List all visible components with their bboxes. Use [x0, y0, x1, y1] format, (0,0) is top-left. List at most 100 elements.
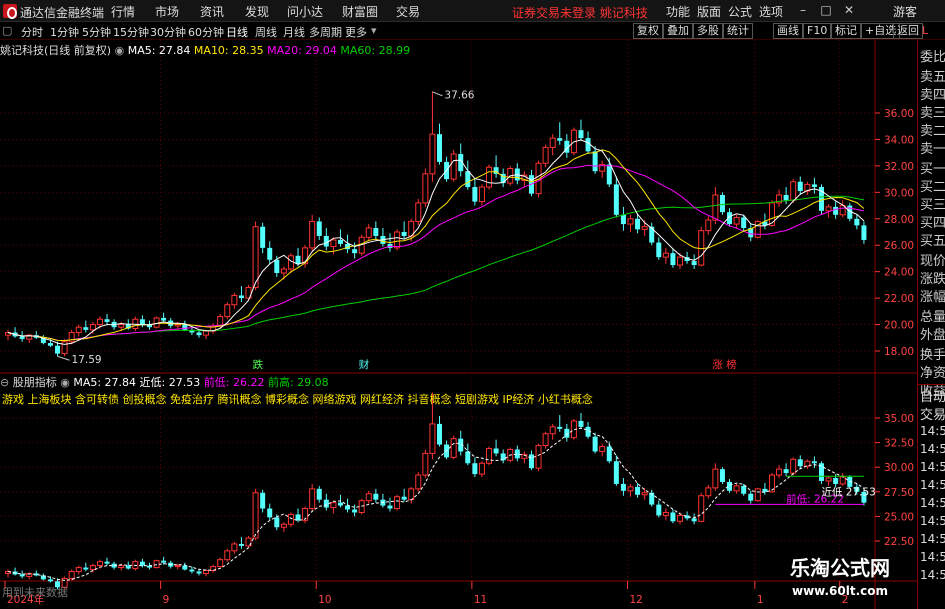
period-tab-5min[interactable]: 5分钟 — [82, 24, 111, 40]
ind-candle — [698, 495, 705, 522]
main-candle — [238, 295, 244, 299]
menu-item-trade[interactable]: 交易 — [396, 3, 420, 20]
x-tick-label: 11 — [474, 594, 487, 606]
maximize-icon[interactable]: □ — [818, 2, 834, 18]
period-tab-weekly[interactable]: 周线 — [255, 24, 277, 40]
ind-candle — [733, 485, 740, 492]
toolbar-menu-icon[interactable]: ▢ — [2, 24, 12, 37]
trade-time: 14:56 — [920, 460, 945, 474]
indicator-name[interactable]: 股朋指标 — [13, 376, 57, 389]
login-alert[interactable]: 证券交易未登录 姚记科技 — [512, 4, 648, 21]
menu-item-market[interactable]: 行情 — [111, 3, 135, 20]
stats-button[interactable]: 统计 — [723, 23, 753, 39]
main-candle — [330, 239, 337, 248]
menu-item-function[interactable]: 功能 — [666, 3, 690, 20]
app-logo-icon — [3, 4, 17, 19]
main-candle — [19, 336, 25, 340]
ind-candle — [345, 505, 351, 510]
f10-button[interactable]: F10 — [803, 23, 832, 39]
ind-candle — [224, 550, 231, 561]
period-tab-more[interactable]: 更多 — [345, 24, 367, 40]
ind-candle — [606, 446, 612, 462]
ind-candle — [280, 523, 287, 528]
indicator-toggle-icon[interactable]: ◉ — [60, 376, 70, 389]
main-candle — [61, 341, 68, 355]
ind-candle — [323, 499, 329, 508]
menu-item-options[interactable]: 选项 — [759, 3, 783, 20]
mark-button[interactable]: 标记 — [831, 23, 861, 39]
y-tick-label: 20.00 — [884, 320, 914, 332]
ind-candle — [401, 496, 407, 500]
main-candle — [280, 268, 287, 274]
main-candle — [825, 206, 832, 212]
user-label[interactable]: 游客 — [893, 3, 917, 20]
multi-stock-button[interactable]: 多股 — [693, 23, 723, 39]
draw-button[interactable]: 画线 — [773, 23, 803, 39]
period-tab-1min[interactable]: 1分钟 — [50, 24, 79, 40]
period-tab-fenshi[interactable]: 分时 — [21, 24, 43, 40]
main-candle — [797, 181, 803, 192]
ind-candle — [712, 468, 719, 489]
ind-candle — [217, 559, 224, 568]
high-price-label: 37.66 — [444, 89, 474, 101]
main-candle — [365, 227, 372, 238]
ma10-value: MA10: 28.35 — [193, 44, 264, 57]
overlay-button[interactable]: 叠加 — [663, 23, 693, 39]
ind-candle — [274, 517, 280, 528]
ind-candle — [790, 458, 797, 474]
main-candle — [606, 164, 612, 185]
menu-item-formula[interactable]: 公式 — [728, 3, 752, 20]
main-candle — [415, 202, 422, 222]
tab-auto[interactable]: 自动 — [920, 386, 945, 405]
panel-item: 卖三 — [920, 106, 945, 121]
main-candle — [182, 324, 188, 330]
menu-item-fortune[interactable]: 财富圈 — [342, 3, 378, 20]
period-tab-daily[interactable]: 日线 — [226, 24, 248, 40]
main-candle — [323, 235, 329, 247]
ind-candle — [754, 488, 761, 502]
ind-candle — [153, 560, 160, 569]
panel-item: 卖二 — [920, 124, 945, 139]
main-candle — [352, 249, 358, 254]
adjust-button[interactable]: 复权 — [633, 23, 663, 39]
price-chart[interactable]: 36.00 34.00 32.00 30.00 28.00 26.00 24.00 22.00… — [0, 40, 917, 609]
ind-candle — [422, 452, 429, 476]
watermark-url: www.60lt.com — [792, 584, 889, 598]
menu-item-news[interactable]: 资讯 — [200, 3, 224, 20]
period-tab-15min[interactable]: 15分钟 — [113, 24, 149, 40]
x-tick-label: 1 — [757, 594, 764, 606]
period-tab-monthly[interactable]: 月线 — [283, 24, 305, 40]
main-candle — [549, 137, 556, 148]
tab-trade[interactable]: 交易 — [920, 404, 945, 423]
ind-candle — [68, 571, 75, 579]
ind-candle — [309, 488, 316, 510]
ind-candle — [486, 448, 493, 464]
more-chevron-icon[interactable]: ▾ — [371, 24, 377, 37]
main-candle — [592, 151, 598, 172]
period-tab-60min[interactable]: 60分钟 — [188, 24, 224, 40]
menu-item-layout[interactable]: 版面 — [697, 3, 721, 20]
menu-item-markets[interactable]: 市场 — [155, 3, 179, 20]
ind-candle — [592, 436, 598, 452]
close-icon[interactable]: ✕ — [841, 2, 857, 18]
menu-item-ask[interactable]: 问小达 — [287, 3, 323, 20]
ind-candle — [174, 565, 181, 568]
ma-toggle-icon[interactable]: ◉ — [115, 44, 125, 57]
period-tab-30min[interactable]: 30分钟 — [150, 24, 186, 40]
menu-bar: 通达信金融终端 行情 市场 资讯 发现 问小达 财富圈 交易 证券交易未登录 姚… — [0, 0, 945, 22]
indicator-prev-high: 前高: 29.08 — [267, 376, 329, 389]
back-button[interactable]: 返回 — [893, 23, 923, 39]
main-candle — [635, 218, 641, 230]
trade-time: 14:56 — [920, 442, 945, 456]
ind-candle — [535, 445, 542, 469]
panel-item: 委比 — [920, 50, 945, 65]
ind-candle — [238, 543, 244, 546]
main-candle — [861, 225, 867, 240]
main-candle — [309, 220, 316, 249]
indicator-settings-icon[interactable]: ⊖ — [0, 376, 9, 389]
period-tab-multi[interactable]: 多周期 — [309, 24, 342, 40]
menu-item-discover[interactable]: 发现 — [245, 3, 269, 20]
minimize-icon[interactable]: – — [795, 2, 811, 18]
main-candle — [274, 259, 280, 273]
ind-candle — [620, 483, 626, 491]
